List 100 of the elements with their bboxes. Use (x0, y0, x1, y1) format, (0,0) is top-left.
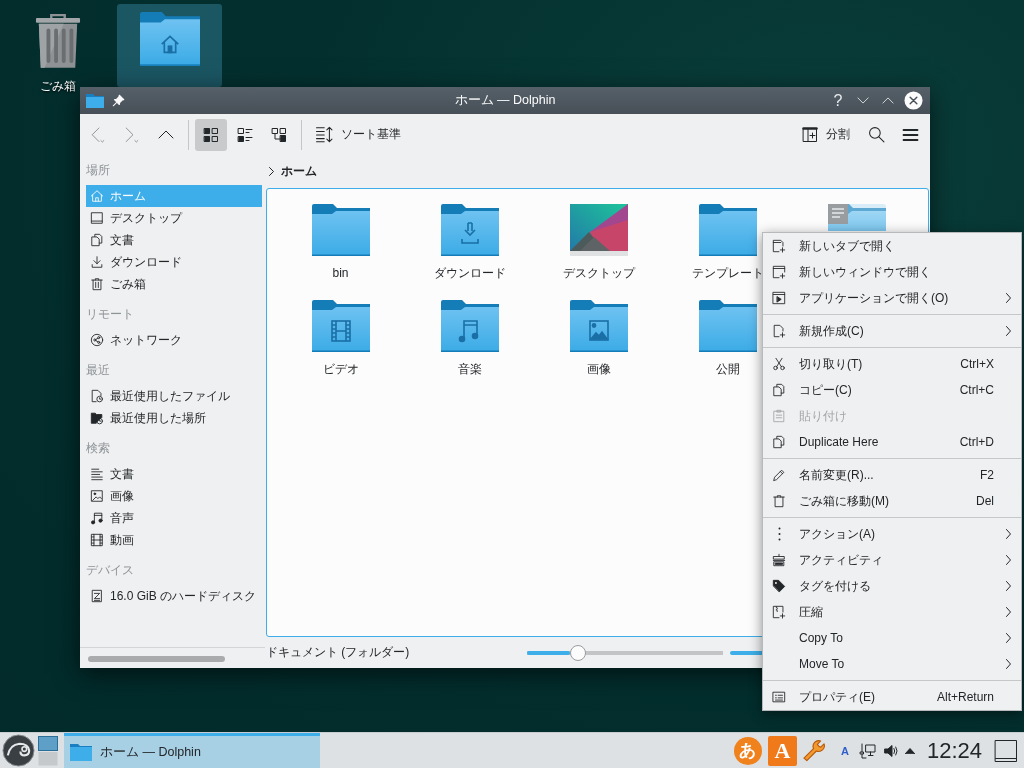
section-heading: デバイス (86, 562, 134, 579)
menu-item[interactable]: 新しいウィンドウで開く (763, 259, 1021, 285)
shortcut-text: Ctrl+D (959, 435, 994, 449)
sidebar-item[interactable]: 音声 (86, 507, 262, 529)
chevron-left-icon (91, 126, 105, 143)
clock[interactable]: 12:24 (926, 737, 982, 764)
menu-item[interactable]: アクション(A) (763, 521, 1021, 547)
chevron-down-icon (857, 97, 869, 104)
documents-icon (90, 233, 104, 247)
split-pane-icon (802, 126, 818, 143)
chevron-right-icon (1005, 555, 1011, 565)
close-button[interactable] (902, 89, 924, 112)
chevron-right-icon (269, 167, 274, 176)
screen-icon[interactable] (994, 738, 1018, 763)
folder-item[interactable]: 画像 (569, 300, 628, 377)
help-button[interactable]: ? (827, 89, 849, 112)
menu-item[interactable]: ごみ箱に移動(M) Del (763, 488, 1021, 514)
menu-icon (901, 128, 919, 141)
folder-item[interactable]: bin (311, 204, 370, 281)
recent-folder-icon (90, 411, 104, 425)
pencil-icon (772, 468, 786, 482)
menu-item[interactable]: コピー(C) Ctrl+C (763, 377, 1021, 403)
folder-icon (70, 743, 92, 761)
sidebar-item[interactable]: 最近使用したファイル (86, 385, 262, 407)
chevron-right-icon (1005, 633, 1011, 643)
menu-item[interactable]: 圧縮 (763, 599, 1021, 625)
chevron-up-icon (882, 97, 894, 104)
chevron-up-icon (158, 130, 174, 139)
film-icon (90, 533, 104, 547)
new-window-icon (772, 265, 786, 279)
sidebar-item[interactable]: ネットワーク (86, 329, 262, 351)
menu-item[interactable]: アクティビティ (763, 547, 1021, 573)
music-folder-icon (440, 300, 499, 352)
folder-icon (698, 204, 757, 256)
sidebar-item[interactable]: 動画 (86, 529, 262, 551)
archive-document-icon (772, 605, 786, 619)
sidebar-item[interactable]: デスクトップ (86, 207, 262, 229)
grid-icon (203, 126, 219, 143)
play-window-icon (772, 291, 786, 305)
desktop-item[interactable] (117, 4, 222, 87)
sort-button[interactable]: ソート基準 (308, 118, 409, 151)
wallpaper-thumbnail (569, 204, 628, 256)
folder-item[interactable]: 公開 (698, 300, 757, 377)
menu-item[interactable]: プロパティ(E) Alt+Return (763, 684, 1021, 710)
menu-item[interactable]: 新しいタブで開く (763, 233, 1021, 259)
sidebar-item[interactable]: 16.0 GiB のハードディスク (86, 585, 262, 607)
sidebar-item[interactable]: 文書 (86, 463, 262, 485)
folder-item[interactable]: ビデオ (311, 300, 370, 377)
folder-item[interactable]: ダウンロード (433, 204, 506, 281)
shortcut-text: Ctrl+C (959, 383, 994, 397)
copy-icon (772, 435, 786, 449)
scissors-icon (772, 357, 786, 371)
breadcrumb-item[interactable]: ホーム (281, 163, 317, 180)
menu-item[interactable]: Move To (763, 651, 1021, 677)
section-heading: 場所 (86, 162, 110, 179)
sidebar-item[interactable]: ダウンロード (86, 251, 262, 273)
download-icon (90, 255, 104, 269)
pager-icon[interactable] (38, 735, 58, 766)
menu-item[interactable]: 新規作成(C) (763, 318, 1021, 344)
network-icon (90, 333, 104, 347)
keyboard-layout-indicator[interactable]: A (841, 744, 849, 757)
image-icon (90, 489, 104, 503)
menu-item[interactable]: 名前変更(R)... F2 (763, 462, 1021, 488)
sidebar-item[interactable]: 最近使用した場所 (86, 407, 262, 429)
sidebar-item[interactable]: 画像 (86, 485, 262, 507)
compact-list-icon (237, 126, 253, 143)
menu-item[interactable]: アプリケーションで開く(O) (763, 285, 1021, 311)
menu-item[interactable]: Copy To (763, 625, 1021, 651)
scrollbar[interactable] (88, 656, 225, 662)
shortcut-text: F2 (980, 468, 994, 482)
slider-handle[interactable] (569, 644, 586, 661)
chevron-right-icon (1005, 326, 1011, 336)
pin-icon[interactable] (112, 94, 125, 107)
folder-icon (311, 204, 370, 256)
clipboard-icon (772, 409, 786, 423)
chevron-right-icon (1005, 659, 1011, 669)
menu-item[interactable]: 切り取り(T) Ctrl+X (763, 351, 1021, 377)
icons-view-button[interactable] (195, 118, 227, 151)
folder-icon (86, 93, 104, 108)
text-lines-icon (90, 467, 104, 481)
caret-up-icon[interactable] (904, 747, 915, 754)
network-icon[interactable] (858, 741, 877, 760)
folder-item[interactable]: 音楽 (440, 300, 499, 377)
split-button[interactable]: 分割 (794, 118, 858, 151)
home-icon (90, 189, 104, 203)
pictures-folder-icon (569, 300, 628, 352)
menu-item[interactable]: タグを付ける (763, 573, 1021, 599)
sidebar-item[interactable]: ごみ箱 (86, 273, 262, 295)
music-note-icon (90, 511, 104, 525)
task-button[interactable]: ホーム — Dolphin (64, 733, 320, 768)
download-folder-icon (440, 204, 499, 256)
home-folder-icon (139, 12, 200, 66)
wrench-icon[interactable] (803, 739, 825, 762)
desktop-item[interactable]: ごみ箱 (5, 4, 110, 94)
folder-item[interactable]: デスクトップ (562, 204, 635, 281)
menu-item[interactable]: Duplicate Here Ctrl+D (763, 429, 1021, 455)
volume-icon[interactable] (882, 742, 899, 759)
chameleon-icon[interactable] (2, 734, 35, 767)
folder-item[interactable]: テンプレート (691, 204, 764, 281)
sidebar-item[interactable]: 文書 (86, 229, 262, 251)
